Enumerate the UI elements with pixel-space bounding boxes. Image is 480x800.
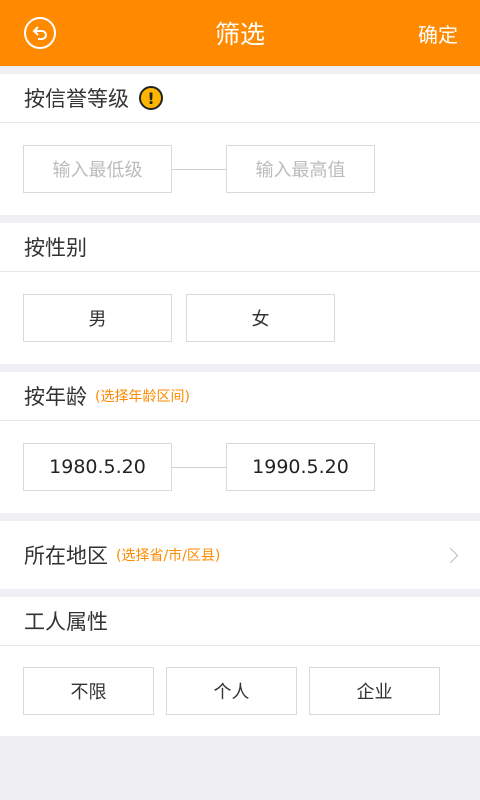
credit-title: 按信誉等级 [24,87,129,111]
range-divider [172,168,226,170]
worker-type-option-any[interactable]: 不限 [23,667,154,715]
confirm-button[interactable]: 确定 [418,19,458,48]
back-icon[interactable] [24,17,56,49]
region-title: 所在地区 [24,544,108,568]
gender-title-row: 按性别 [0,223,480,272]
age-range: 1980.5.20 1990.5.20 [0,421,480,513]
age-end-field[interactable]: 1990.5.20 [226,443,375,491]
region-hint: (选择省/市/区县) [116,548,221,564]
back-arrow-icon [32,26,47,40]
gender-options: 男 女 [0,272,480,364]
worker-type-title: 工人属性 [24,610,108,634]
region-section[interactable]: 所在地区 (选择省/市/区县) [0,521,480,589]
age-section: 按年龄 (选择年龄区间) 1980.5.20 1990.5.20 [0,372,480,513]
region-row[interactable]: 所在地区 (选择省/市/区县) [0,521,480,589]
age-start-field[interactable]: 1980.5.20 [23,443,172,491]
age-title: 按年龄 [24,385,87,409]
page-title: 筛选 [214,20,265,49]
credit-section: 按信誉等级 ! 输入最低级 输入最高值 [0,74,480,215]
worker-type-section: 工人属性 不限 个人 企业 [0,597,480,736]
max-credit-input[interactable]: 输入最高值 [226,145,375,193]
min-credit-input[interactable]: 输入最低级 [23,145,172,193]
age-title-row: 按年龄 (选择年龄区间) [0,372,480,421]
gender-section: 按性别 男 女 [0,223,480,364]
credit-range: 输入最低级 输入最高值 [0,123,480,215]
worker-type-option-company[interactable]: 企业 [309,667,440,715]
worker-type-option-individual[interactable]: 个人 [166,667,297,715]
chevron-right-icon [442,547,459,563]
info-warning-icon[interactable]: ! [139,86,163,110]
top-bar: 筛选 确定 [0,0,480,66]
gender-option-male[interactable]: 男 [23,294,172,342]
worker-type-options: 不限 个人 企业 [0,646,480,736]
gender-option-female[interactable]: 女 [186,294,335,342]
gender-title: 按性别 [24,236,87,260]
range-divider [172,466,226,468]
age-hint: (选择年龄区间) [95,389,190,405]
credit-title-row: 按信誉等级 ! [0,74,480,123]
worker-type-title-row: 工人属性 [0,597,480,646]
